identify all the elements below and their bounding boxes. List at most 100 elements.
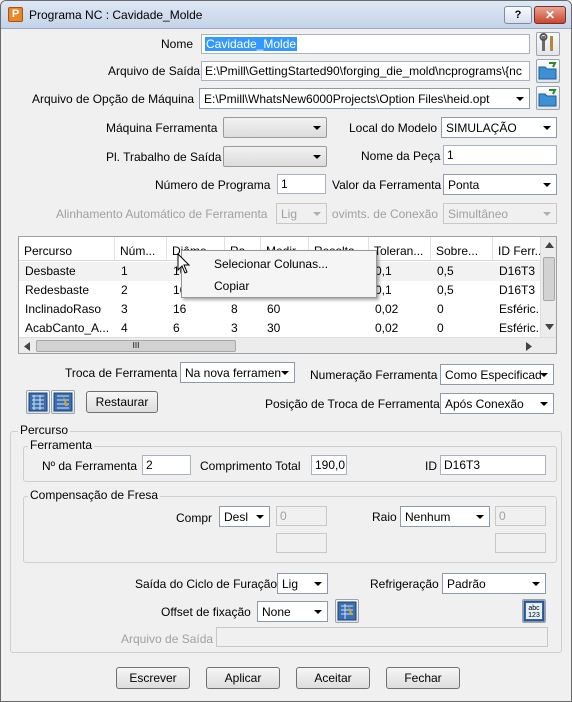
chevron-down-icon (313, 155, 321, 159)
tool-change-icon-button-1[interactable] (26, 390, 50, 414)
opcao-maquina-label: Arquivo de Opção de Máquina (32, 92, 195, 106)
table-vertical-scrollbar[interactable] (540, 237, 556, 337)
ciclo-select[interactable]: Lig (277, 573, 328, 594)
table-row[interactable]: AcabCanto_A... 4 6 3 30 0,02 0 Esféric..… (19, 319, 541, 338)
restaurar-button[interactable]: Restaurar (86, 391, 158, 413)
cell-diametro: 6 (173, 321, 180, 335)
tool-grid-edit-icon (53, 392, 73, 412)
valor-ferramenta-select[interactable]: Ponta (443, 174, 557, 195)
nome-input[interactable]: Cavidade_Molde (201, 34, 530, 54)
column-header-percurso[interactable]: Percurso (19, 237, 115, 261)
numero-programa-input[interactable]: 1 (277, 174, 326, 194)
cell-tolerancia: 0,1 (375, 264, 392, 278)
nome-input-value: Cavidade_Molde (205, 37, 298, 51)
horizontal-scroll-thumb[interactable]: III (36, 340, 236, 352)
offset-select[interactable]: None (257, 601, 328, 622)
scroll-up-icon[interactable] (545, 242, 554, 248)
scroll-left-icon[interactable] (24, 342, 30, 351)
offset-edit-button[interactable] (335, 599, 359, 623)
posicao-troca-select[interactable]: Após Conexão (440, 393, 554, 414)
table-row[interactable]: InclinadoRaso 3 16 8 60 0,02 0 Esféric..… (19, 300, 541, 319)
movimentos-value: Simultâneo (448, 207, 509, 221)
posicao-troca-label: Posição de Troca de Ferramenta (265, 397, 440, 411)
scroll-right-icon[interactable] (526, 342, 532, 351)
chevron-down-icon (313, 212, 321, 216)
arquivo-saida-percurso-input[interactable] (216, 627, 548, 647)
maquina-ferramenta-select[interactable] (223, 117, 327, 138)
browse-output-button[interactable] (536, 59, 560, 83)
numeracao-select[interactable]: Como Especificad (440, 364, 554, 385)
cell-raio: 3 (231, 321, 238, 335)
compr-secondary-input[interactable] (276, 533, 327, 553)
help-button[interactable]: ? (504, 6, 532, 24)
chevron-down-icon (476, 515, 484, 519)
numeracao-value: Como Especificad (445, 368, 542, 382)
arquivo-saida-input[interactable]: E:\Pmill\GettingStarted90\forging_die_mo… (201, 61, 530, 81)
column-header-id-ferramenta[interactable]: ID Ferr... (493, 237, 541, 261)
close-window-button[interactable]: ✕ (534, 6, 566, 24)
raio-secondary-input[interactable] (495, 533, 546, 553)
posicao-troca-value: Após Conexão (445, 397, 524, 411)
tool-change-icon-button-2[interactable] (51, 390, 75, 414)
chevron-down-icon (256, 515, 264, 519)
refrigeracao-select[interactable]: Padrão (442, 573, 546, 594)
chevron-down-icon (543, 126, 551, 130)
id-input[interactable]: D16T3 (440, 455, 546, 475)
pl-trabalho-label: Pl. Trabalho de Saída (106, 150, 222, 164)
local-modelo-select[interactable]: SIMULAÇÃO (441, 117, 557, 138)
cell-medir: 30 (267, 321, 281, 335)
compr-number-input[interactable]: 0 (276, 506, 327, 526)
abc-icon-text-top: abc (528, 605, 540, 612)
nome-label: Nome (161, 37, 194, 51)
chevron-down-icon (313, 126, 321, 130)
troca-select[interactable]: Na nova ferramen (180, 362, 295, 383)
local-modelo-value: SIMULAÇÃO (446, 121, 517, 135)
ciclo-label: Saída do Ciclo de Furação (135, 577, 278, 591)
compr-select[interactable]: Desl (219, 506, 270, 527)
app-icon: P (8, 7, 23, 22)
id-label: ID (425, 459, 437, 473)
chevron-down-icon (543, 183, 551, 187)
alinhamento-select[interactable]: Lig (276, 203, 327, 224)
alinhamento-label: Alinhamento Automático de Ferramenta (56, 207, 268, 221)
cell-percurso: AcabCanto_A... (25, 321, 110, 335)
cell-id-ferramenta: D16T3 (499, 283, 536, 297)
cell-numero: 2 (121, 283, 128, 297)
tool-settings-icon-button[interactable] (536, 32, 560, 56)
local-modelo-label: Local do Modelo (349, 121, 438, 135)
alinhamento-value: Lig (281, 207, 298, 221)
troca-value: Na nova ferramen (185, 366, 282, 380)
menu-item-copiar[interactable]: Copiar (214, 279, 249, 293)
numero-programa-label: Número de Programa (155, 178, 271, 192)
table-horizontal-scrollbar[interactable]: III (19, 337, 556, 353)
offset-label: Offset de fixação (161, 605, 251, 619)
cell-percurso: Desbaste (25, 264, 76, 278)
compr-label: Compr (176, 511, 213, 525)
aplicar-button[interactable]: Aplicar (206, 667, 280, 689)
raio-number-input[interactable]: 0 (495, 506, 546, 526)
title-bar: P Programa NC : Cavidade_Molde ? ✕ (1, 1, 571, 29)
opcao-maquina-select[interactable]: E:\Pmill\WhatsNew6000Projects\Option Fil… (199, 88, 530, 109)
raio-select[interactable]: Nenhum (400, 506, 490, 527)
escrever-button[interactable]: Escrever (116, 667, 190, 689)
offset-value: None (262, 605, 291, 619)
abc-123-button[interactable]: abc 123 (522, 599, 546, 623)
numero-ferramenta-input[interactable]: 2 (142, 455, 191, 475)
column-header-tolerancia[interactable]: Toleran... (369, 237, 431, 261)
column-header-sobre[interactable]: Sobre... (431, 237, 493, 261)
nome-peca-label: Nome da Peça (361, 149, 441, 163)
fechar-button[interactable]: Fechar (386, 667, 460, 689)
scroll-down-icon[interactable] (545, 324, 554, 330)
browse-option-button[interactable] (536, 86, 560, 110)
maquina-ferramenta-label: Máquina Ferramenta (106, 121, 218, 135)
cell-tolerancia: 0,02 (375, 302, 399, 316)
pl-trabalho-select[interactable] (223, 146, 327, 167)
wrench-icon (539, 33, 553, 51)
nome-peca-input[interactable]: 1 (443, 145, 557, 165)
comprimento-input[interactable]: 190,0 (311, 455, 347, 475)
aceitar-button[interactable]: Aceitar (296, 667, 370, 689)
vertical-scroll-thumb[interactable] (543, 257, 555, 301)
menu-item-selecionar-colunas[interactable]: Selecionar Colunas... (214, 257, 328, 271)
column-header-numero[interactable]: Núm... (115, 237, 167, 261)
movimentos-select[interactable]: Simultâneo (443, 203, 557, 224)
